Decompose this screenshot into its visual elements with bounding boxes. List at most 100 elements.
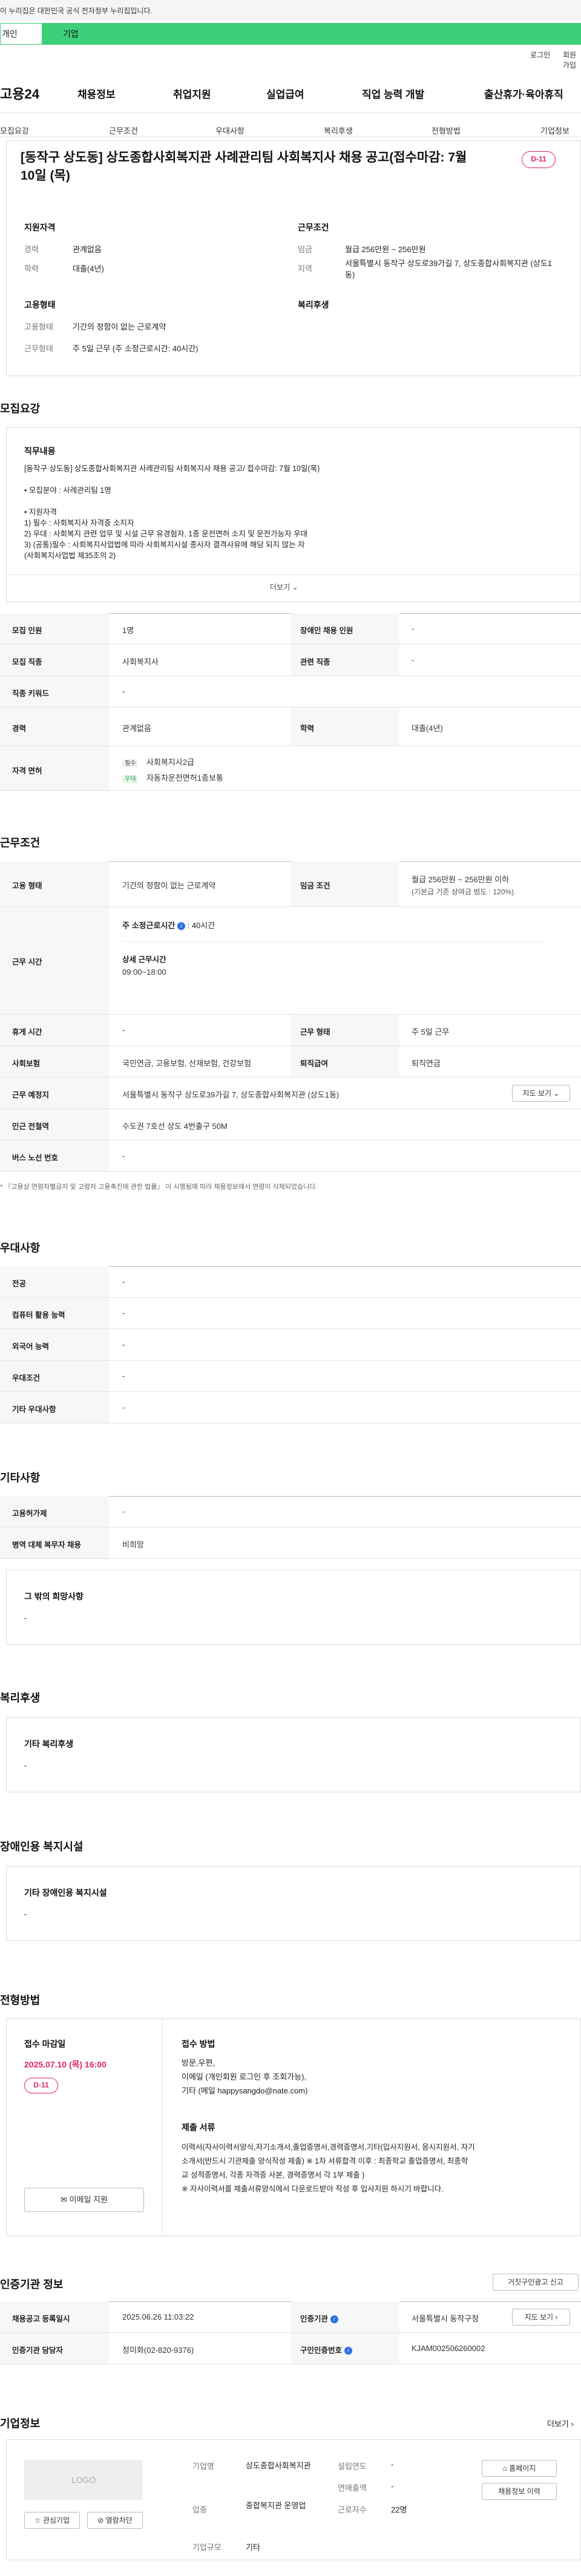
- duty-text: [동작구 상도동] 상도종합사회복지관 사례관리팀 사회복지사 채용 공고/ 접…: [24, 464, 320, 560]
- job-title: [동작구 상도동] 상도종합사회복지관 사례관리팀 사회복지사 채용 공고(접수…: [21, 151, 467, 183]
- join-link[interactable]: 회원가입: [563, 50, 581, 70]
- company-name-key: 기업명: [192, 2462, 214, 2471]
- cond-title: 근무조건: [298, 223, 329, 232]
- dday-badge: D-11: [522, 151, 556, 168]
- disabled-card: [6, 1866, 581, 1941]
- cert-section-title: 인증기관 정보: [0, 2278, 64, 2291]
- age-law-note: * 『고용상 연령차별금지 및 고령자 고용촉진에 관한 법률』 이 시행됨에 …: [0, 1183, 318, 1191]
- selection-section-title: 전형방법: [0, 1994, 41, 2006]
- member-tab-bar: 개인 기업: [0, 23, 581, 45]
- company-industry-key: 업종: [192, 2505, 207, 2514]
- gnb-job-info[interactable]: 채용정보: [77, 86, 116, 101]
- table-row: 우대조건 -: [0, 1361, 581, 1392]
- site-logo[interactable]: 고용24: [0, 83, 39, 103]
- divider: [162, 2018, 163, 2236]
- company-est-key: 설립연도: [338, 2462, 367, 2471]
- docs-value: 이력서(자사이력서양식,자기소개서,졸업증명서,경력증명서,기타(입사지원서, …: [182, 2143, 475, 2193]
- table-row: 외국어 능력 -: [0, 1329, 581, 1361]
- company-employees-value: 22명: [391, 2505, 407, 2514]
- welfare-card: [6, 1717, 581, 1792]
- license-tag: 필수: [122, 759, 139, 767]
- chevron-right-icon: ›: [571, 2419, 574, 2428]
- anchor-work[interactable]: 근무조건: [109, 125, 138, 136]
- chevron-down-icon: ⌄: [292, 583, 298, 591]
- table-row: 사회보험 국민연금, 고용보험, 산재보험, 건강보험 퇴직급여 퇴직연금: [0, 1046, 581, 1078]
- login-link[interactable]: 로그인: [530, 50, 550, 60]
- emp-form-key: 근무형태: [24, 344, 53, 353]
- disabled-sub-title: 기타 장애인용 복지시설: [24, 1888, 107, 1898]
- block-view-button[interactable]: ⊘ 열람차단: [87, 2512, 143, 2529]
- info-icon[interactable]: i: [177, 922, 185, 931]
- company-size-key: 기업규모: [192, 2543, 222, 2552]
- table-row: 경력 관계없음 학력 대졸(4년): [0, 707, 581, 746]
- anchor-welfare[interactable]: 복리후생: [324, 125, 353, 136]
- table-row: 모집 직종 사회복지사 관련 직종 -: [0, 645, 581, 676]
- table-row: 고용 형태 기간의 정함이 없는 근로계약 임금 조건 월급 256만원 ~ 2…: [0, 861, 581, 907]
- etc-section-title: 기타사항: [0, 1472, 41, 1484]
- email-apply-button[interactable]: ✉ 이메일 지원: [24, 2188, 144, 2212]
- chevron-right-icon: ›: [555, 2313, 558, 2321]
- homepage-button[interactable]: ⌂ 홈페이지: [482, 2460, 557, 2477]
- cond-region-value: 서울특별시 동작구 상도로39가길 7, 상도종합사회복지관 (상도1동): [345, 259, 552, 279]
- other-wish-title: 그 밖의 희망사항: [24, 1592, 84, 1601]
- company-size-value: 기타: [246, 2543, 260, 2552]
- divider: [6, 574, 581, 575]
- table-row: 모집 인원 1명 장애인 채용 인원 -: [0, 613, 581, 645]
- info-icon[interactable]: i: [344, 2347, 352, 2355]
- method-value: 방문,우편, 이메일 (개인회원 로그인 후 조회가능), 기타 (메일 hap…: [182, 2058, 308, 2095]
- disabled-section-title: 장애인용 복지시설: [0, 1841, 84, 1853]
- company-industry-value: 종합복지관 운영업: [246, 2501, 306, 2510]
- anchor-company[interactable]: 기업정보: [540, 125, 570, 136]
- emp-type-key: 고용형태: [24, 322, 53, 331]
- tab-individual[interactable]: 개인: [0, 23, 42, 45]
- duty-more-button[interactable]: 더보기 ⌄: [270, 582, 298, 592]
- other-wish-value: -: [24, 1613, 27, 1622]
- docs-key: 제출 서류: [182, 2122, 215, 2132]
- emp-form-value: 주 5일 근무 (주 소정근로시간: 40시간): [73, 344, 199, 353]
- table-row: 근무 예정지 서울특별시 동작구 상도로39가길 7, 상도종합사회복지관 (상…: [0, 1078, 581, 1109]
- company-sales-key: 연매출액: [338, 2483, 367, 2493]
- divider: [0, 112, 581, 113]
- table-row: 인증기관 담당자 정미화(02-820-9376) 구인인증번호 i KJAM0…: [0, 2333, 581, 2364]
- org-map-button[interactable]: 지도 보기 ›: [512, 2309, 570, 2326]
- qual-edu-value: 대졸(4년): [73, 264, 104, 273]
- table-row: 채용공고 등록일시 2025.06.26 11:03:22 인증기관 i 서울특…: [0, 2301, 581, 2333]
- tab-company[interactable]: 기업: [63, 23, 79, 45]
- gnb-unemployment-benefit[interactable]: 실업급여: [266, 86, 304, 101]
- company-section-title: 기업정보: [0, 2418, 41, 2430]
- star-icon: ☆: [34, 2516, 41, 2525]
- pref-section-title: 우대사항: [0, 1242, 41, 1254]
- other-wish-card: [6, 1570, 581, 1645]
- table-row: 병역 대체 복무자 채용 비희망: [0, 1527, 581, 1559]
- gov-notice-bar: 이 누리집은 대한민국 공식 전자정부 누리집입니다.: [0, 0, 581, 21]
- qual-career-key: 경력: [24, 245, 39, 254]
- recruit-section-title: 모집요강: [0, 403, 41, 415]
- duty-title: 직무내용: [24, 446, 56, 456]
- block-icon: ⊘: [97, 2516, 104, 2525]
- table-row: 직종 키워드 -: [0, 676, 581, 707]
- gnb-vocational-training[interactable]: 직업 능력 개발: [362, 86, 424, 101]
- gnb-maternity-leave[interactable]: 출산휴가·육아휴직: [484, 86, 563, 101]
- anchor-preference[interactable]: 우대사항: [215, 125, 245, 136]
- method-key: 접수 방법: [182, 2039, 215, 2049]
- deadline-key: 접수 마감일: [24, 2039, 66, 2049]
- cond-region-key: 지역: [298, 264, 312, 273]
- welfare-section-title: 복리후생: [0, 1692, 41, 1704]
- license-tag: 우대: [122, 775, 139, 783]
- info-icon[interactable]: i: [330, 2315, 338, 2324]
- anchor-selection[interactable]: 전형방법: [432, 125, 461, 136]
- table-row: 근무 시간 주 소정근로시간 i : 40시간 상세 근무시간 09:00~18…: [0, 907, 581, 1015]
- map-button[interactable]: 지도 보기 ⌄: [512, 1085, 570, 1102]
- gnb-employment-support[interactable]: 취업지원: [173, 86, 211, 101]
- favorite-company-button[interactable]: ☆ 관심기업: [24, 2512, 80, 2529]
- report-false-ad-button[interactable]: 거짓구인광고 신고: [493, 2274, 579, 2291]
- deadline-value: 2025.07.10 (목) 16:00: [24, 2060, 107, 2069]
- company-more-link[interactable]: 더보기 ›: [547, 2418, 574, 2429]
- welfare-title: 복리후생: [298, 300, 329, 310]
- job-history-button[interactable]: 채용정보 이력: [482, 2483, 557, 2500]
- table-row: 기타 우대사항 -: [0, 1392, 581, 1423]
- mail-icon: ✉: [61, 2195, 67, 2204]
- company-employees-key: 근로자수: [338, 2505, 367, 2514]
- gov-notice-text: 이 누리집은 대한민국 공식 전자정부 누리집입니다.: [0, 7, 153, 15]
- anchor-recruit[interactable]: 모집요강: [0, 125, 29, 136]
